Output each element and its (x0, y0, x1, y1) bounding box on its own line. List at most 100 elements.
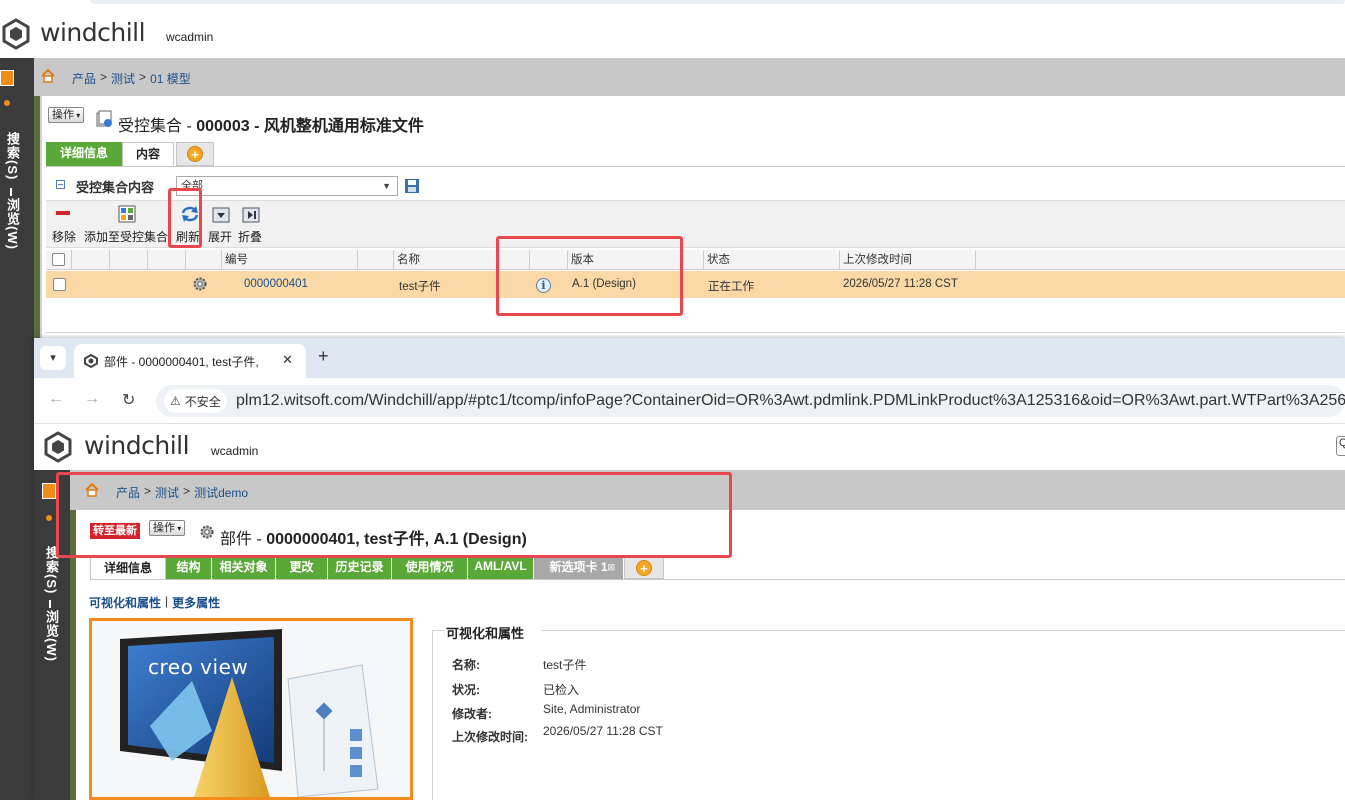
grid-col-blank (358, 250, 394, 270)
remove-icon[interactable] (56, 211, 70, 215)
grid-bottom-line (46, 332, 1345, 333)
page-title: 受控集合 - 000003 - 风机整机通用标准文件 (118, 112, 424, 136)
select-all-cell (46, 250, 72, 270)
add-to-collection-button[interactable]: 添加至受控集合 (84, 228, 168, 245)
tab-aml-avl[interactable]: AML/AVL (468, 557, 534, 579)
pin-icon[interactable] (4, 100, 10, 106)
row-modified: 2026/05/27 11:28 CST (843, 278, 958, 290)
pin-icon[interactable] (46, 515, 52, 521)
subnav-more-attributes[interactable]: 更多属性 (172, 594, 220, 611)
rail-search-tab[interactable]: 搜索(S) (3, 132, 22, 180)
row-checkbox[interactable] (53, 278, 66, 291)
url-text[interactable]: plm12.witsoft.com/Windchill/app/#ptc1/tc… (236, 392, 1345, 410)
creo-view-thumbnail[interactable]: creo view (89, 618, 413, 800)
tab-details[interactable]: 详细信息 (90, 557, 166, 579)
url-bar[interactable]: ⚠ 不安全 plm12.witsoft.com/Windchill/app/#p… (156, 385, 1345, 417)
save-view-icon[interactable] (404, 178, 420, 194)
breadcrumb-folder[interactable]: 01 模型 (150, 70, 191, 87)
collapse-button[interactable]: 折叠 (238, 228, 262, 245)
tab-add[interactable]: + (176, 142, 214, 166)
grid-col-blank (148, 250, 186, 270)
front-app-header: windchill wcadmin Q (34, 424, 1345, 470)
breadcrumb-bar: 产品 > 测试 > 01 模型 (34, 58, 1345, 96)
windchill-logo-icon (42, 431, 74, 463)
tab-history[interactable]: 历史记录 (328, 557, 392, 579)
top-strip-bar (90, 0, 1345, 4)
tab-related-objects[interactable]: 相关对象 (212, 557, 276, 579)
browser-tab-strip: ▾ 部件 - 0000000401, test子件, A ✕ + (34, 338, 1345, 378)
managed-collection-page: 操作 ▾ 受控集合 - 000003 - 风机整机通用标准文件 详细信息 内容 … (40, 96, 1345, 341)
rail-browse-tab[interactable]: 浏览(W) (3, 198, 22, 250)
col-state[interactable]: 状态 (704, 250, 840, 270)
subnav-sep: | (165, 594, 169, 608)
warning-icon: ⚠ (170, 394, 181, 408)
tab-where-used[interactable]: 使用情况 (392, 557, 468, 579)
back-arrow-icon[interactable]: ← (48, 390, 64, 408)
tabs-underline (90, 579, 1345, 580)
title-prefix: 受控集合 - (118, 118, 197, 135)
table-row[interactable]: 0000000401 test子件 i A.1 (Design) 正在工作 20… (46, 271, 1345, 298)
col-modified[interactable]: 上次修改时间 (840, 250, 976, 270)
rail-browse-tab[interactable]: 浏览(W) (42, 610, 61, 662)
user-name[interactable]: wcadmin (166, 30, 213, 44)
rail-divider (49, 600, 51, 608)
prop-modified-label: 上次修改时间: (452, 730, 528, 744)
forward-arrow-icon[interactable]: → (84, 390, 100, 408)
managed-collection-icon (96, 110, 114, 128)
gear-icon[interactable] (192, 276, 208, 292)
tab-new-tab-1[interactable]: 新选项卡 1 ⊠ (534, 557, 624, 579)
select-all-checkbox[interactable] (52, 253, 65, 266)
grid-header: 编号 名称 版本 状态 上次修改时间 (46, 250, 1345, 270)
collapse-icon[interactable] (242, 207, 260, 223)
part-tabs: 详细信息 结构 相关对象 更改 历史记录 使用情况 AML/AVL 新选项卡 1… (90, 557, 664, 579)
browser-tab[interactable]: 部件 - 0000000401, test子件, A ✕ (74, 344, 306, 378)
expand-rail-icon[interactable] (0, 70, 14, 86)
tab-details[interactable]: 详细信息 (46, 142, 122, 166)
expand-icon[interactable] (212, 207, 230, 223)
prop-modifier-link[interactable]: Site, Administrator (543, 702, 640, 716)
add-to-collection-icon[interactable] (118, 205, 136, 223)
add-tab-icon: + (187, 146, 203, 162)
app-header: windchill wcadmin (0, 6, 1345, 58)
toolbar: 移除 添加至受控集合 刷新 展开 折叠 (46, 200, 1345, 248)
subnav-visualization[interactable]: 可视化和属性 (89, 594, 161, 611)
expand-button[interactable]: 展开 (208, 228, 232, 245)
tab-new-tab-1-label: 新选项卡 1 (549, 560, 608, 574)
collapse-section-icon[interactable] (56, 180, 65, 189)
breadcrumb-test[interactable]: 测试 (111, 70, 135, 87)
row-number-link[interactable]: 0000000401 (244, 278, 308, 290)
expand-rail-icon[interactable] (42, 483, 56, 499)
close-tab-icon[interactable]: ⊠ (607, 557, 615, 578)
fieldset-border (432, 630, 444, 631)
prop-status-value: 已检入 (543, 683, 580, 697)
grid-col-blank (110, 250, 148, 270)
row-name: test子件 (399, 281, 441, 293)
annotation-title-box (56, 472, 732, 558)
view-select[interactable]: 全部 ▼ (176, 176, 398, 196)
search-box-edge[interactable]: Q (1336, 436, 1345, 456)
grid-col-blank (72, 250, 110, 270)
col-number[interactable]: 编号 (222, 250, 358, 270)
tab-content[interactable]: 内容 (122, 142, 174, 166)
close-tab-icon[interactable]: ✕ (282, 352, 293, 368)
breadcrumb: 产品 > 测试 > 01 模型 (72, 70, 191, 87)
row-state: 正在工作 (708, 281, 754, 293)
breadcrumb-product[interactable]: 产品 (72, 70, 96, 87)
tab-structure[interactable]: 结构 (166, 557, 212, 579)
actions-menu-button[interactable]: 操作 ▾ (48, 107, 85, 123)
rail-divider (10, 188, 12, 196)
tab-changes[interactable]: 更改 (276, 557, 328, 579)
new-tab-button[interactable]: + (318, 346, 329, 367)
reload-icon[interactable]: ↻ (122, 390, 135, 410)
actions-label: 操作 (52, 109, 74, 121)
prop-modified-value: 2026/05/27 11:28 CST (543, 724, 663, 738)
tab-list-chevron-icon[interactable]: ▾ (40, 346, 66, 370)
home-icon[interactable] (40, 68, 56, 84)
user-name[interactable]: wcadmin (211, 444, 258, 458)
add-tab-icon: + (636, 560, 652, 576)
security-chip[interactable]: ⚠ 不安全 (164, 389, 227, 413)
tab-add[interactable]: + (624, 557, 664, 579)
annotation-version-box (496, 236, 683, 316)
remove-button[interactable]: 移除 (52, 228, 76, 245)
creo-view-logo-text: creo view (148, 655, 249, 679)
